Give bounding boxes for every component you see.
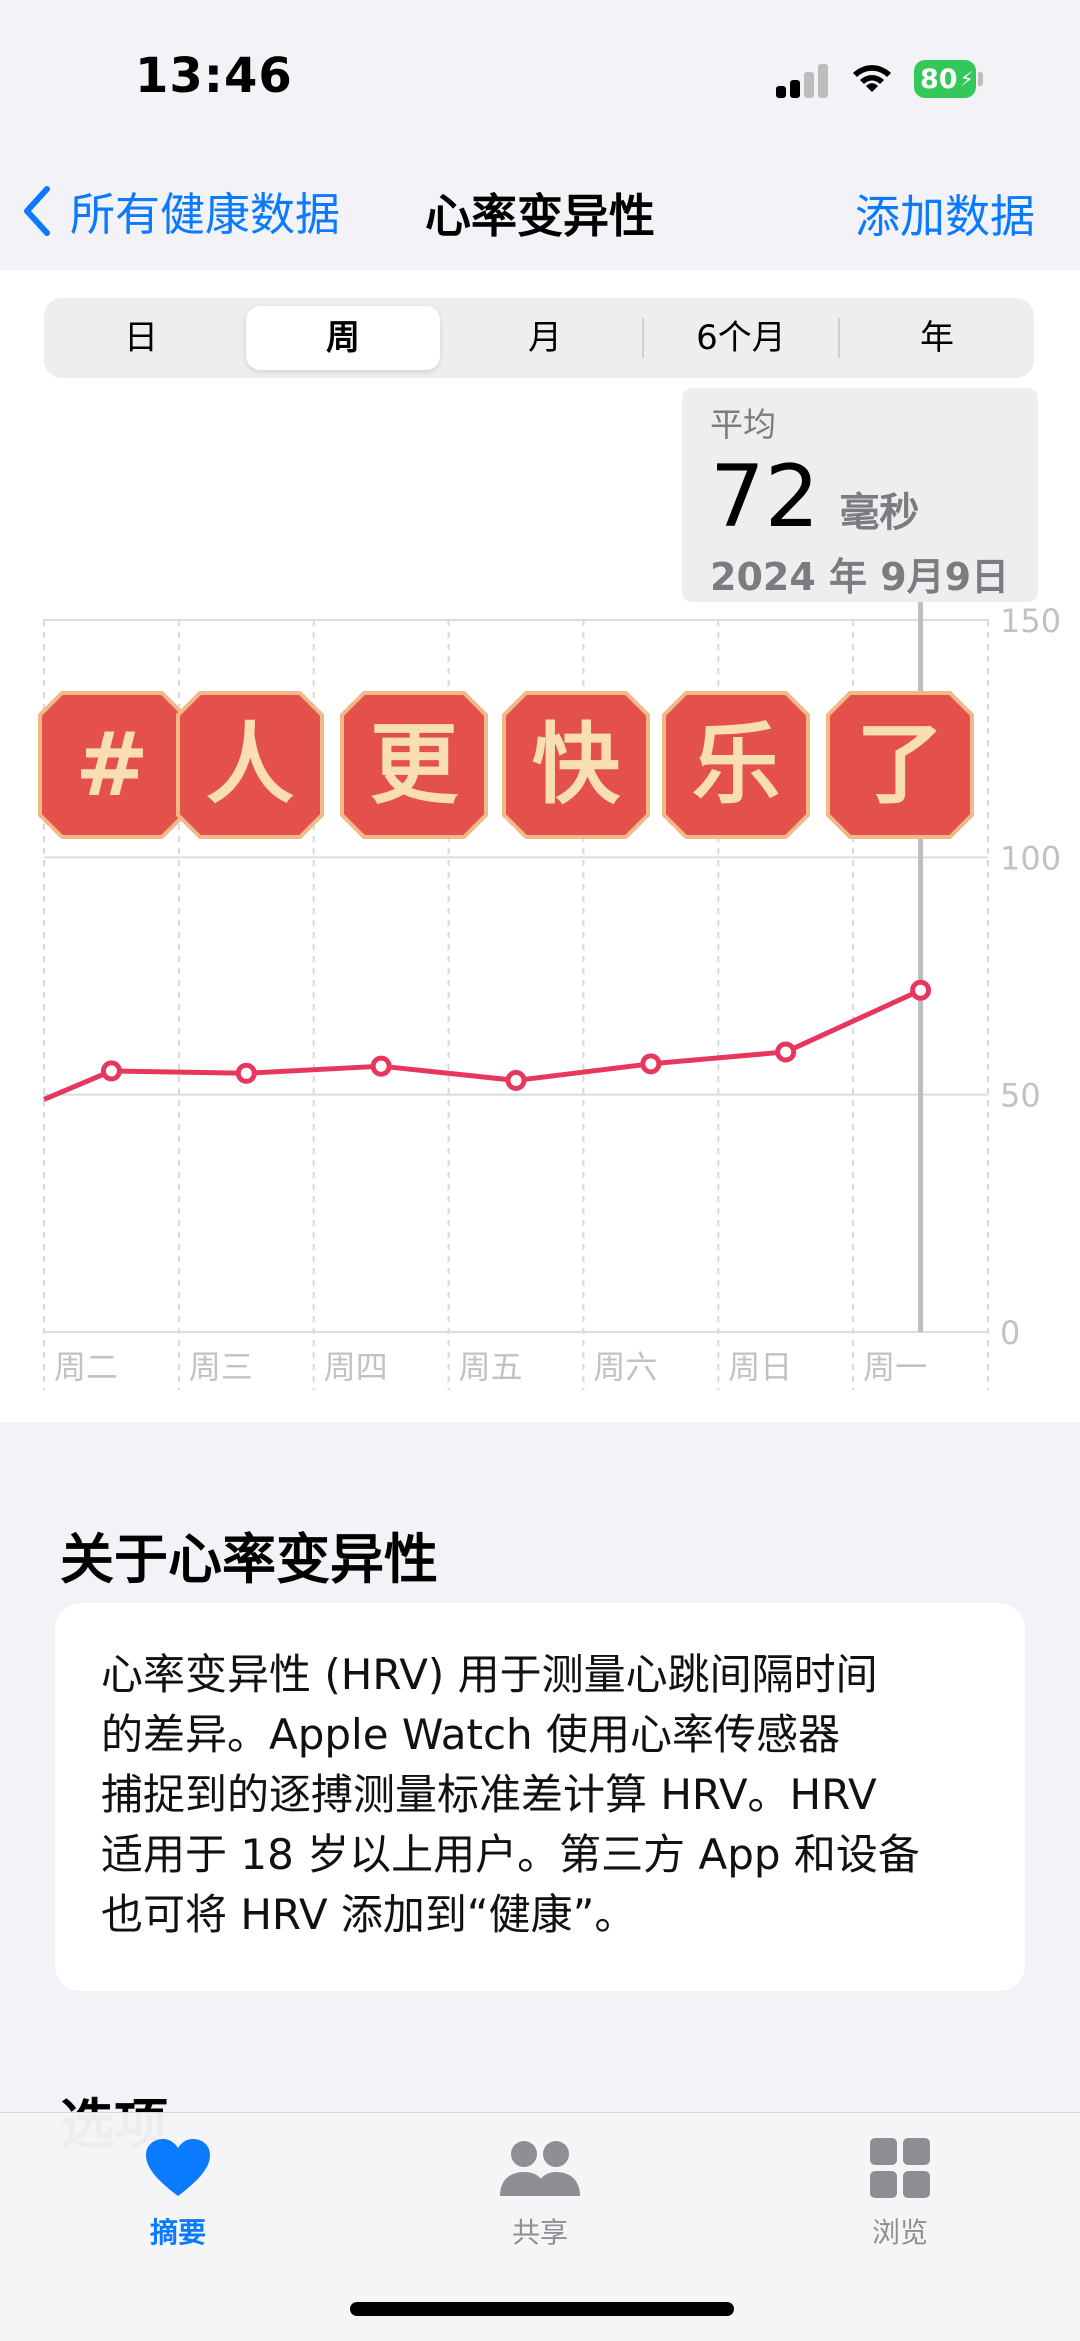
add-data-button[interactable]: 添加数据 (855, 180, 1035, 245)
tab-summary-label: 摘要 (149, 2216, 206, 2249)
average-summary-callout: 平均 72 毫秒 2024 年 9月9日 (682, 388, 1038, 602)
x-tick-label: 周五 (459, 1348, 523, 1386)
grid-icon (870, 2138, 930, 2198)
battery-level: 80 (920, 63, 958, 95)
sticker-badge-text: 乐 (692, 713, 780, 816)
about-line: 心率变异性 (HRV) 用于测量心跳间隔时间 (101, 1650, 878, 1699)
about-card: 心率变异性 (HRV) 用于测量心跳间隔时间 的差异。Apple Watch 使… (55, 1603, 1025, 1991)
x-tick-label: 周六 (593, 1348, 657, 1386)
summary-date: 2024 年 9月9日 (710, 555, 1010, 599)
status-time: 13:46 (135, 48, 293, 104)
heart-icon (146, 2139, 210, 2196)
summary-unit: 毫秒 (839, 490, 920, 536)
chart-card: 日周月 6个月年 0 50 100 150 周二 周三 周四 周五 周六 周日 周一 # 人更快乐了 平均… (0, 270, 1080, 1422)
tab-sharing[interactable]: 共享 (440, 2133, 640, 2251)
home-indicator (350, 2302, 734, 2316)
y-tick-label: 50 (1000, 1077, 1041, 1115)
sticker-badge-text: 人 (206, 713, 294, 816)
data-point (235, 1062, 257, 1084)
about-line: 的差异。Apple Watch 使用心率传感器 (101, 1710, 841, 1759)
data-point (775, 1041, 797, 1063)
summary-value: 72 (710, 447, 820, 547)
x-tick-label: 周一 (863, 1348, 927, 1386)
tab-sharing-label: 共享 (511, 2216, 568, 2249)
tab-browse[interactable]: 浏览 (800, 2133, 1000, 2251)
x-tick-label: 周三 (189, 1348, 253, 1386)
data-point (910, 979, 932, 1001)
about-line: 捕捉到的逐搏测量标准差计算 HRV。HRV (101, 1770, 877, 1819)
wifi-icon (853, 65, 891, 92)
y-tick-label: 0 (1000, 1314, 1020, 1352)
data-point (640, 1053, 662, 1075)
tab-summary[interactable]: 摘要 (78, 2133, 278, 2251)
sticker-badge-text: 更 (370, 713, 459, 816)
navigation-bar: 所有健康数据 心率变异性 添加数据 (0, 150, 1080, 270)
y-tick-label: 100 (1000, 839, 1061, 877)
people-icon (500, 2141, 580, 2196)
x-tick-label: 周日 (728, 1348, 792, 1386)
data-point (370, 1055, 392, 1077)
battery-icon: 80 ⚡ (914, 60, 984, 98)
summary-label: 平均 (710, 405, 776, 444)
status-bar: 13:46 80 ⚡ (0, 0, 1080, 150)
cellular-signal-icon (776, 62, 830, 98)
about-section-title: 关于心率变异性 (60, 1528, 438, 1591)
about-line: 适用于 18 岁以上用户。第三方 App 和设备 (101, 1830, 920, 1879)
tab-browse-label: 浏览 (871, 2216, 928, 2249)
sticker-badge-text: 快 (532, 713, 621, 816)
x-tick-label: 周二 (54, 1348, 118, 1386)
sticker-badge-text: # (75, 713, 149, 816)
x-tick-label: 周四 (324, 1348, 388, 1386)
about-line: 也可将 HRV 添加到“健康”。 (101, 1890, 637, 1939)
data-point (100, 1060, 122, 1082)
y-tick-label: 150 (1000, 602, 1061, 640)
data-point (505, 1069, 527, 1091)
sticker-badge-text: 了 (856, 713, 944, 816)
